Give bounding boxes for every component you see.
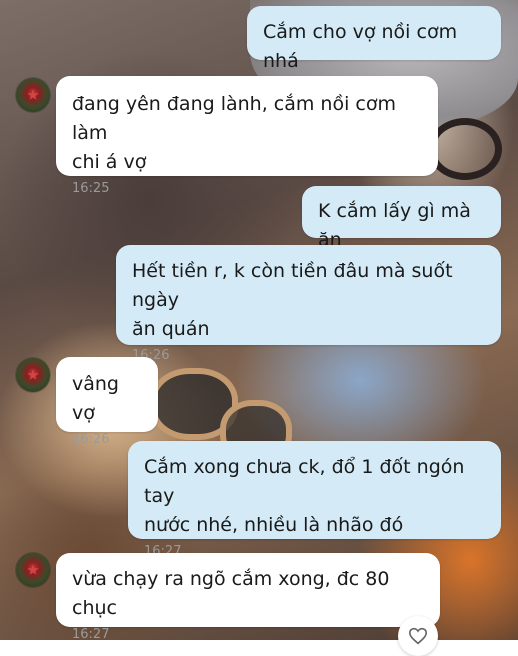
- incoming-message[interactable]: vâng vợ 16:26: [56, 357, 158, 447]
- contact-avatar[interactable]: [16, 358, 50, 392]
- message-text: vâng vợ: [72, 373, 119, 424]
- outgoing-message[interactable]: Cắm cho vợ nồi cơm nhá: [247, 6, 501, 72]
- contact-avatar[interactable]: [16, 553, 50, 587]
- contact-avatar[interactable]: [16, 78, 50, 112]
- message-time: 16:27: [72, 627, 110, 642]
- heart-outline-icon: [408, 627, 428, 645]
- message-time: 16:26: [132, 348, 170, 363]
- incoming-message[interactable]: vừa chạy ra ngõ cắm xong, đc 80 chục 16:…: [56, 553, 440, 642]
- message-text: Cắm xong chưa ck, đổ 1 đốt ngón tay nước…: [144, 456, 465, 536]
- message-text: vừa chạy ra ngõ cắm xong, đc 80 chục: [72, 568, 390, 619]
- outgoing-message[interactable]: Hết tiền r, k còn tiền đâu mà suốt ngày …: [116, 245, 501, 363]
- outgoing-message[interactable]: K cắm lấy gì mà ăn: [302, 186, 501, 251]
- message-text: Hết tiền r, k còn tiền đâu mà suốt ngày …: [132, 260, 453, 340]
- message-text: đang yên đang lành, cắm nồi cơm làm chi …: [72, 93, 396, 173]
- message-text: Cắm cho vợ nồi cơm nhá: [263, 21, 458, 72]
- background-eyeglasses: [428, 118, 502, 180]
- outgoing-message[interactable]: Cắm xong chưa ck, đổ 1 đốt ngón tay nước…: [128, 441, 501, 559]
- incoming-message[interactable]: đang yên đang lành, cắm nồi cơm làm chi …: [56, 76, 438, 196]
- react-heart-button[interactable]: [398, 616, 438, 656]
